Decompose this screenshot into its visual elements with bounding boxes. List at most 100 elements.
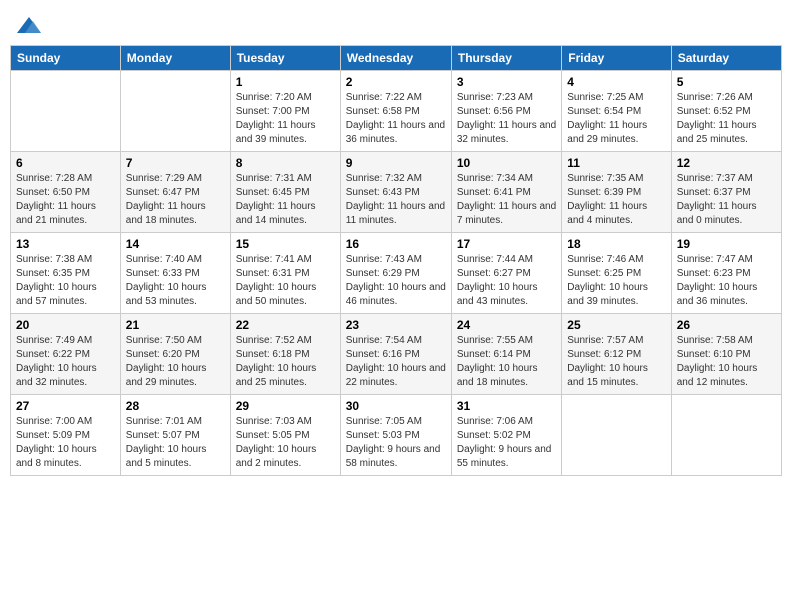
calendar-week-2: 6Sunrise: 7:28 AM Sunset: 6:50 PM Daylig… xyxy=(11,152,782,233)
calendar-cell: 5 Sunrise: 7:26 AM Sunset: 6:52 PM Daylig… xyxy=(671,71,781,152)
calendar-cell: 19 Sunrise: 7:47 AM Sunset: 6:23 PM Dayli… xyxy=(671,233,781,314)
day-info: Sunrise: 7:43 AM Sunset: 6:29 PM Dayligh… xyxy=(346,253,446,309)
day-number: 22 xyxy=(236,318,335,332)
logo xyxy=(15,15,47,37)
day-number: 18 xyxy=(567,237,665,251)
calendar-cell: 22 Sunrise: 7:52 AM Sunset: 6:18 PM Dayli… xyxy=(230,314,340,395)
logo-icon xyxy=(15,15,43,37)
day-number: 7 xyxy=(126,156,225,170)
weekday-header-friday: Friday xyxy=(562,46,671,71)
calendar-cell: 23 Sunrise: 7:54 AM Sunset: 6:16 PM Dayli… xyxy=(340,314,451,395)
calendar-cell: 13 Sunrise: 7:38 AM Sunset: 6:35 PM Dayli… xyxy=(11,233,121,314)
page-header xyxy=(10,10,782,37)
day-info: Sunrise: 7:37 AM Sunset: 6:37 PM Dayligh… xyxy=(677,172,776,228)
calendar-cell xyxy=(671,395,781,476)
day-number: 17 xyxy=(457,237,556,251)
day-number: 19 xyxy=(677,237,776,251)
day-info: Sunrise: 7:00 AM Sunset: 5:09 PM Dayligh… xyxy=(16,415,115,471)
day-number: 5 xyxy=(677,75,776,89)
day-number: 29 xyxy=(236,399,335,413)
day-info: Sunrise: 7:57 AM Sunset: 6:12 PM Dayligh… xyxy=(567,334,665,390)
day-info: Sunrise: 7:29 AM Sunset: 6:47 PM Dayligh… xyxy=(126,172,225,228)
day-number: 26 xyxy=(677,318,776,332)
calendar-cell: 11Sunrise: 7:35 AM Sunset: 6:39 PM Dayli… xyxy=(562,152,671,233)
day-number: 2 xyxy=(346,75,446,89)
weekday-header-thursday: Thursday xyxy=(451,46,561,71)
day-number: 6 xyxy=(16,156,115,170)
day-info: Sunrise: 7:54 AM Sunset: 6:16 PM Dayligh… xyxy=(346,334,446,390)
day-info: Sunrise: 7:05 AM Sunset: 5:03 PM Dayligh… xyxy=(346,415,446,471)
weekday-header-monday: Monday xyxy=(120,46,230,71)
day-info: Sunrise: 7:58 AM Sunset: 6:10 PM Dayligh… xyxy=(677,334,776,390)
day-info: Sunrise: 7:38 AM Sunset: 6:35 PM Dayligh… xyxy=(16,253,115,309)
calendar-cell: 6Sunrise: 7:28 AM Sunset: 6:50 PM Daylig… xyxy=(11,152,121,233)
day-info: Sunrise: 7:55 AM Sunset: 6:14 PM Dayligh… xyxy=(457,334,556,390)
day-number: 21 xyxy=(126,318,225,332)
day-number: 1 xyxy=(236,75,335,89)
calendar-cell: 2 Sunrise: 7:22 AM Sunset: 6:58 PM Daylig… xyxy=(340,71,451,152)
day-info: Sunrise: 7:52 AM Sunset: 6:18 PM Dayligh… xyxy=(236,334,335,390)
calendar-cell: 20 Sunrise: 7:49 AM Sunset: 6:22 PM Dayli… xyxy=(11,314,121,395)
day-info: Sunrise: 7:41 AM Sunset: 6:31 PM Dayligh… xyxy=(236,253,335,309)
day-info: Sunrise: 7:50 AM Sunset: 6:20 PM Dayligh… xyxy=(126,334,225,390)
day-number: 3 xyxy=(457,75,556,89)
day-number: 9 xyxy=(346,156,446,170)
calendar-cell: 1 Sunrise: 7:20 AM Sunset: 7:00 PM Daylig… xyxy=(230,71,340,152)
calendar-cell xyxy=(120,71,230,152)
calendar-cell: 9Sunrise: 7:32 AM Sunset: 6:43 PM Daylig… xyxy=(340,152,451,233)
day-info: Sunrise: 7:20 AM Sunset: 7:00 PM Dayligh… xyxy=(236,91,335,147)
day-number: 13 xyxy=(16,237,115,251)
day-number: 8 xyxy=(236,156,335,170)
calendar-cell: 24 Sunrise: 7:55 AM Sunset: 6:14 PM Dayli… xyxy=(451,314,561,395)
calendar-cell: 7 Sunrise: 7:29 AM Sunset: 6:47 PM Daylig… xyxy=(120,152,230,233)
calendar-cell: 28Sunrise: 7:01 AM Sunset: 5:07 PM Dayli… xyxy=(120,395,230,476)
weekday-header-saturday: Saturday xyxy=(671,46,781,71)
weekday-header-wednesday: Wednesday xyxy=(340,46,451,71)
day-number: 23 xyxy=(346,318,446,332)
calendar-cell: 12 Sunrise: 7:37 AM Sunset: 6:37 PM Dayli… xyxy=(671,152,781,233)
day-info: Sunrise: 7:47 AM Sunset: 6:23 PM Dayligh… xyxy=(677,253,776,309)
weekday-header-tuesday: Tuesday xyxy=(230,46,340,71)
calendar-week-1: 1 Sunrise: 7:20 AM Sunset: 7:00 PM Daylig… xyxy=(11,71,782,152)
day-number: 14 xyxy=(126,237,225,251)
day-number: 25 xyxy=(567,318,665,332)
calendar-cell: 16Sunrise: 7:43 AM Sunset: 6:29 PM Dayli… xyxy=(340,233,451,314)
day-info: Sunrise: 7:34 AM Sunset: 6:41 PM Dayligh… xyxy=(457,172,556,228)
day-info: Sunrise: 7:46 AM Sunset: 6:25 PM Dayligh… xyxy=(567,253,665,309)
day-number: 4 xyxy=(567,75,665,89)
day-info: Sunrise: 7:26 AM Sunset: 6:52 PM Dayligh… xyxy=(677,91,776,147)
calendar-week-3: 13 Sunrise: 7:38 AM Sunset: 6:35 PM Dayli… xyxy=(11,233,782,314)
calendar-cell: 10Sunrise: 7:34 AM Sunset: 6:41 PM Dayli… xyxy=(451,152,561,233)
calendar-cell: 3 Sunrise: 7:23 AM Sunset: 6:56 PM Daylig… xyxy=(451,71,561,152)
calendar-cell: 21 Sunrise: 7:50 AM Sunset: 6:20 PM Dayli… xyxy=(120,314,230,395)
day-number: 28 xyxy=(126,399,225,413)
calendar-cell: 29 Sunrise: 7:03 AM Sunset: 5:05 PM Dayli… xyxy=(230,395,340,476)
day-info: Sunrise: 7:40 AM Sunset: 6:33 PM Dayligh… xyxy=(126,253,225,309)
calendar-cell: 8 Sunrise: 7:31 AM Sunset: 6:45 PM Daylig… xyxy=(230,152,340,233)
day-number: 27 xyxy=(16,399,115,413)
day-number: 15 xyxy=(236,237,335,251)
calendar-week-4: 20 Sunrise: 7:49 AM Sunset: 6:22 PM Dayli… xyxy=(11,314,782,395)
calendar-cell: 27 Sunrise: 7:00 AM Sunset: 5:09 PM Dayli… xyxy=(11,395,121,476)
day-info: Sunrise: 7:44 AM Sunset: 6:27 PM Dayligh… xyxy=(457,253,556,309)
calendar-cell: 14 Sunrise: 7:40 AM Sunset: 6:33 PM Dayli… xyxy=(120,233,230,314)
calendar-cell xyxy=(11,71,121,152)
day-info: Sunrise: 7:31 AM Sunset: 6:45 PM Dayligh… xyxy=(236,172,335,228)
day-info: Sunrise: 7:03 AM Sunset: 5:05 PM Dayligh… xyxy=(236,415,335,471)
day-info: Sunrise: 7:49 AM Sunset: 6:22 PM Dayligh… xyxy=(16,334,115,390)
calendar-cell: 15 Sunrise: 7:41 AM Sunset: 6:31 PM Dayli… xyxy=(230,233,340,314)
day-info: Sunrise: 7:23 AM Sunset: 6:56 PM Dayligh… xyxy=(457,91,556,147)
calendar-cell: 30 Sunrise: 7:05 AM Sunset: 5:03 PM Dayli… xyxy=(340,395,451,476)
calendar-cell xyxy=(562,395,671,476)
day-info: Sunrise: 7:25 AM Sunset: 6:54 PM Dayligh… xyxy=(567,91,665,147)
day-number: 30 xyxy=(346,399,446,413)
day-number: 12 xyxy=(677,156,776,170)
calendar-table: SundayMondayTuesdayWednesdayThursdayFrid… xyxy=(10,45,782,476)
calendar-cell: 4 Sunrise: 7:25 AM Sunset: 6:54 PM Daylig… xyxy=(562,71,671,152)
day-number: 24 xyxy=(457,318,556,332)
day-number: 31 xyxy=(457,399,556,413)
calendar-cell: 17 Sunrise: 7:44 AM Sunset: 6:27 PM Dayli… xyxy=(451,233,561,314)
calendar-cell: 25 Sunrise: 7:57 AM Sunset: 6:12 PM Dayli… xyxy=(562,314,671,395)
day-info: Sunrise: 7:22 AM Sunset: 6:58 PM Dayligh… xyxy=(346,91,446,147)
day-number: 20 xyxy=(16,318,115,332)
